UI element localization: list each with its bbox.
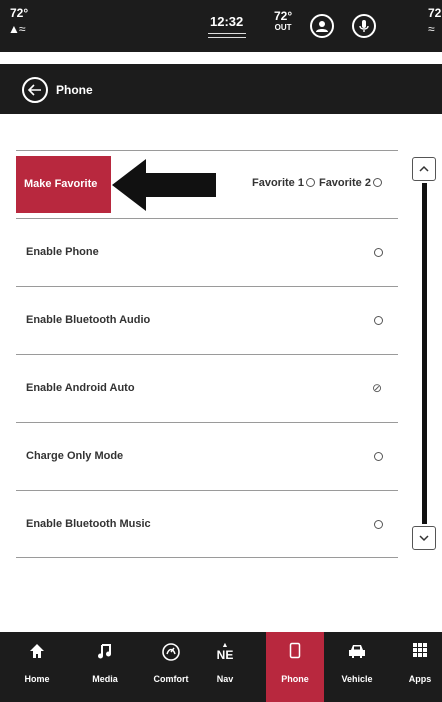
- clock-divider: [208, 37, 246, 38]
- nav-label: Phone: [281, 674, 309, 684]
- page-title: Phone: [56, 83, 93, 97]
- list-item[interactable]: Enable Android Auto ⊘: [16, 354, 398, 422]
- nav-phone[interactable]: Phone: [266, 632, 324, 702]
- list-item[interactable]: Enable Bluetooth Audio: [16, 286, 398, 354]
- scroll-down-button[interactable]: [412, 526, 436, 550]
- scrollbar-thumb[interactable]: [422, 183, 427, 524]
- charge-only-mode-radio[interactable]: [374, 452, 383, 461]
- pointer-arrow-icon: [112, 159, 216, 211]
- nav-label: Comfort: [153, 674, 189, 684]
- phone-icon: [289, 642, 301, 659]
- nav-label: Apps: [408, 674, 432, 684]
- driver-temperature[interactable]: 72°: [10, 6, 28, 20]
- nav-label: Media: [92, 674, 118, 684]
- back-button[interactable]: [22, 77, 48, 103]
- passenger-temperature[interactable]: 72: [428, 6, 441, 20]
- setting-label: Enable Bluetooth Music: [26, 518, 151, 530]
- enable-bluetooth-music-radio[interactable]: [374, 520, 383, 529]
- nav-label: Vehicle: [341, 674, 373, 684]
- voice-command-button[interactable]: [352, 14, 376, 38]
- nav-label: Home: [24, 674, 50, 684]
- enable-phone-radio[interactable]: [374, 248, 383, 257]
- clock-divider: [208, 33, 246, 34]
- outside-temperature-value: 72°: [274, 9, 293, 23]
- compass-icon: ▲ NE: [216, 642, 234, 662]
- setting-label: Enable Android Auto: [26, 382, 135, 394]
- nav-label: Nav: [216, 674, 234, 684]
- make-favorite-label: Make Favorite: [24, 178, 98, 190]
- android-auto-check-icon[interactable]: ⊘: [372, 381, 382, 395]
- favorite-1-label: Favorite 1: [252, 177, 304, 189]
- compass-heading: NE: [216, 648, 234, 662]
- page-header: Phone: [0, 64, 442, 114]
- status-bar: 72° ▲≈ 12:32 72° OUT 72 ≈: [0, 0, 442, 52]
- nav-home[interactable]: Home: [14, 632, 60, 702]
- setting-label: Enable Bluetooth Audio: [26, 314, 151, 326]
- setting-label: Enable Phone: [26, 246, 99, 258]
- nav-media[interactable]: Media: [82, 632, 128, 702]
- outside-temperature: 72° OUT: [274, 9, 293, 33]
- comfort-icon: [162, 643, 180, 661]
- phone-settings-list: Make Favorite Favorite 1 Favorite 2 Enabl…: [16, 150, 398, 558]
- favorite-2-radio[interactable]: [372, 178, 382, 187]
- favorite-options: Favorite 1 Favorite 2: [252, 177, 386, 189]
- list-item[interactable]: Charge Only Mode: [16, 422, 398, 490]
- heated-seat-icon[interactable]: ▲≈: [8, 22, 25, 36]
- music-note-icon: [98, 644, 111, 659]
- home-icon: [30, 644, 44, 658]
- outside-temperature-label: OUT: [274, 23, 292, 32]
- driver-profile-button[interactable]: [310, 14, 334, 38]
- favorite-1-radio[interactable]: [305, 178, 315, 187]
- microphone-icon: [359, 20, 369, 32]
- list-item[interactable]: Enable Bluetooth Music: [16, 490, 398, 558]
- favorite-2-label: Favorite 2: [318, 177, 371, 189]
- nav-comfort[interactable]: Comfort: [146, 632, 196, 702]
- setting-label: Charge Only Mode: [26, 450, 124, 462]
- make-favorite-button[interactable]: Make Favorite: [16, 156, 111, 213]
- nav-navigation[interactable]: ▲ NE Nav: [210, 632, 240, 702]
- nav-vehicle[interactable]: Vehicle: [334, 632, 380, 702]
- bottom-nav: Home Media Comfort ▲ NE Nav Phone Vehicl…: [0, 632, 442, 702]
- scroll-up-button[interactable]: [412, 157, 436, 181]
- car-icon: [349, 645, 365, 658]
- nav-apps[interactable]: Apps: [400, 632, 440, 702]
- favorite-row: Make Favorite Favorite 1 Favorite 2: [16, 150, 398, 218]
- apps-grid-icon: [413, 643, 427, 657]
- enable-bluetooth-audio-radio[interactable]: [374, 316, 383, 325]
- chevron-down-icon: [419, 535, 429, 542]
- chevron-up-icon: [419, 165, 429, 172]
- back-arrow-icon: [27, 84, 41, 96]
- profile-icon: [316, 21, 328, 32]
- passenger-heated-seat-icon[interactable]: ≈: [428, 22, 435, 36]
- list-item[interactable]: Enable Phone: [16, 218, 398, 286]
- clock: 12:32: [210, 14, 244, 29]
